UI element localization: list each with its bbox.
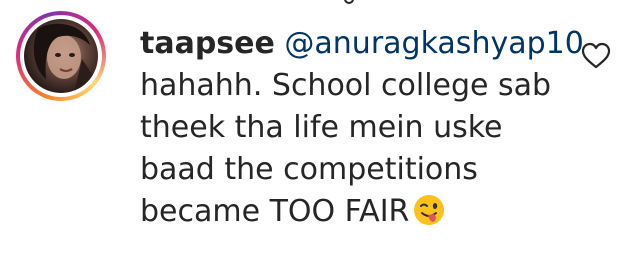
comment-text: taapsee @anuragkashyap10 hahahh. School … (140, 23, 584, 233)
comment-line-2: theek tha life mein uske (140, 110, 503, 145)
username-link[interactable]: taapsee (140, 26, 275, 61)
avatar[interactable] (24, 19, 98, 93)
comment-line-4: became TOO FAIR (140, 194, 410, 229)
avatar-photo (33, 23, 98, 93)
heart-icon[interactable] (581, 42, 611, 70)
comment-line-1: hahahh. School college sab (140, 68, 552, 103)
story-ring[interactable] (16, 11, 106, 101)
mention-link[interactable]: @anuragkashyap10 (284, 26, 583, 61)
comment: taapsee @anuragkashyap10 hahahh. School … (0, 0, 640, 255)
winking-face-with-tongue-icon (414, 195, 445, 225)
comment-line-3: baad the competitions (140, 152, 478, 187)
